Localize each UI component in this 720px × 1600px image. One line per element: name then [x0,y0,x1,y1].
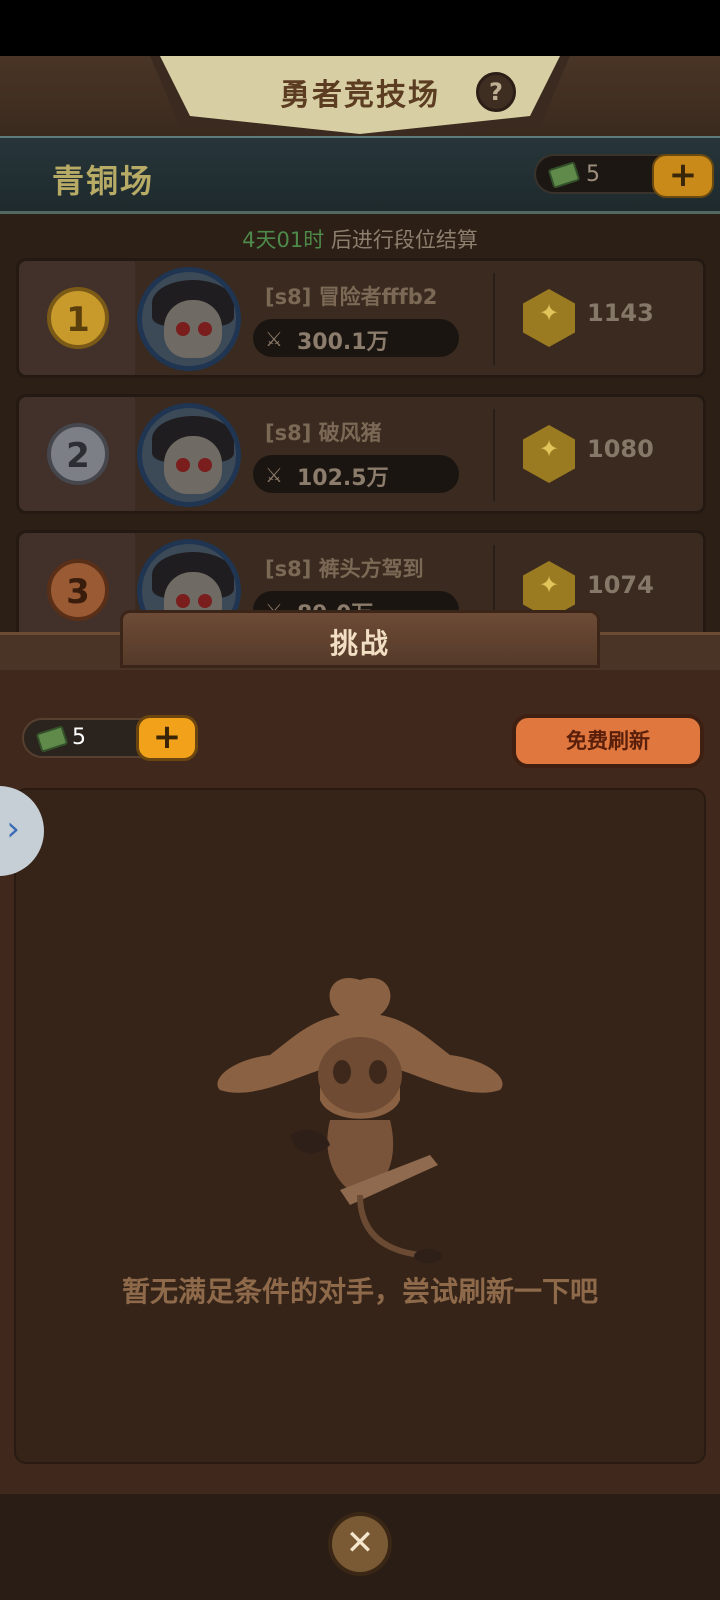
avatar-eye [198,458,212,472]
rank-row[interactable]: 2 [s8] 破风猪 ⚔ 102.5万 ✦ 1080 [16,394,706,514]
row-divider [493,273,495,365]
help-button[interactable]: ? [476,72,516,112]
add-ticket-button[interactable]: + [136,715,198,761]
avatar-eye [198,594,212,608]
avatar-eye [176,594,190,608]
ticket-icon [547,161,581,189]
ticket-count: 5 [586,162,600,187]
avatar-face [164,300,222,358]
shield-badge-icon: ✦ [523,425,575,483]
avatar-eye [198,322,212,336]
empty-state-message: 暂无满足条件的对手，尝试刷新一下吧 [121,1275,598,1308]
rank-score: 1143 [587,299,654,327]
rank-score: 1080 [587,435,654,463]
player-name: [s8] 裤头方驾到 [265,557,424,581]
status-bar [0,0,720,56]
power-pill: ⚔ 300.1万 [253,319,459,357]
countdown-time: 4天01时 [242,228,325,252]
power-value: 300.1万 [297,330,389,355]
medal-area: 1 [19,261,135,375]
medal-area: 2 [19,397,135,511]
avatar[interactable] [137,403,241,507]
crossed-swords-icon: ⚔ [265,327,283,351]
rank-row[interactable]: 1 [s8] 冒险者fffb2 ⚔ 300.1万 ✦ 1143 [16,258,706,378]
ticket-count: 5 [72,725,86,750]
avatar-eye [176,322,190,336]
avatar[interactable] [137,267,241,371]
player-name: [s8] 冒险者fffb2 [265,285,438,309]
power-value: 102.5万 [297,466,389,491]
player-name: [s8] 破风猪 [265,421,382,445]
rank-score: 1074 [587,571,654,599]
arena-background: 勇者竞技场 ? 青铜场 5 + 4天01时 后进行段位结算 1 [s8] 冒险者… [0,56,720,696]
challenge-ticket-counter: 5 + [22,715,198,761]
gold-medal-icon: 1 [47,287,109,349]
row-divider [493,409,495,501]
arena-ticket-counter: 5 + [534,154,714,198]
league-bar: 青铜场 5 + [0,136,720,214]
arena-header: 勇者竞技场 ? [0,56,720,156]
countdown-label: 后进行段位结算 [324,228,478,252]
free-refresh-button[interactable]: 免费刷新 [512,714,704,768]
close-button[interactable]: ✕ [328,1512,392,1576]
arena-title: 勇者竞技场 [280,78,440,113]
avatar-face [164,436,222,494]
shield-badge-icon: ✦ [523,289,575,347]
challenge-panel-header: 挑战 [0,610,720,678]
silver-medal-icon: 2 [47,423,109,485]
bunny-mascot-icon [217,978,503,1263]
panel-title: 挑战 [329,627,390,660]
power-pill: ⚔ 102.5万 [253,455,459,493]
league-name: 青铜场 [52,162,155,200]
crossed-swords-icon: ⚔ [265,463,283,487]
settle-countdown: 4天01时 后进行段位结算 [0,224,720,254]
avatar-eye [176,458,190,472]
add-ticket-button[interactable]: + [652,154,714,198]
ticket-icon [35,725,69,753]
